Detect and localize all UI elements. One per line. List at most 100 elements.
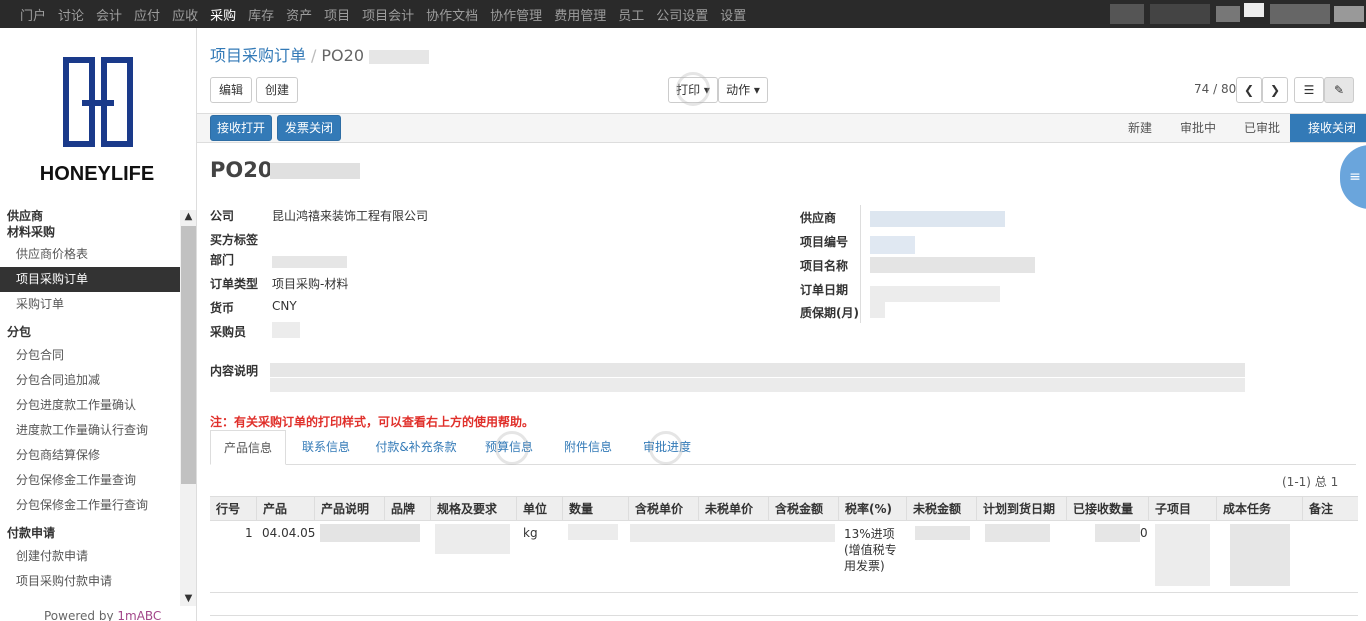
topnav-item[interactable]: 应收 [172, 5, 198, 24]
scroll-up-icon[interactable]: ▲ [180, 210, 196, 224]
column-header[interactable]: 含税金额 [768, 497, 823, 521]
topnav-item[interactable]: 会计 [96, 5, 122, 24]
stage-step[interactable]: 审批中 [1162, 114, 1226, 142]
column-header[interactable]: 未税单价 [698, 497, 753, 521]
field-label: 买方标签 [210, 233, 259, 247]
record-count: (1-1) 总 1 [1282, 475, 1339, 489]
sidebar-item[interactable]: 分包保修金工作量查询 [0, 468, 180, 493]
tab-item[interactable]: 联系信息 [286, 430, 366, 465]
receive-open-button[interactable]: 接收打开 [210, 115, 272, 141]
sidebar-item[interactable]: 分包保修金工作量行查询 [0, 493, 180, 518]
sidebar-item[interactable]: 分包进度款工作量确认 [0, 393, 180, 418]
action-dropdown[interactable]: 动作 ▾ [718, 77, 768, 103]
column-header[interactable]: 品牌 [384, 497, 415, 521]
click-ripple [649, 431, 683, 465]
edit-button[interactable]: 编辑 [210, 77, 252, 103]
sidebar-item[interactable]: 供应商价格表 [0, 242, 180, 267]
topnav-item[interactable]: 门户 [20, 5, 46, 24]
topnav-item[interactable]: 采购 [210, 5, 236, 24]
field-label: 公司 [210, 209, 235, 223]
sidebar-item[interactable]: 采购订单 [0, 292, 180, 317]
sidebar-group-title[interactable]: 材料采购 [0, 224, 180, 240]
powered-brand-link[interactable]: 1mABC [117, 609, 161, 621]
topnav-item[interactable]: 项目会计 [362, 5, 414, 24]
row-divider [210, 615, 1358, 616]
column-header[interactable]: 行号 [210, 497, 240, 521]
list-view-button[interactable]: ☰ [1294, 77, 1324, 103]
column-header[interactable]: 备注 [1302, 497, 1333, 521]
column-header[interactable]: 计划到货日期 [976, 497, 1055, 521]
scroll-down-icon[interactable]: ▼ [180, 592, 196, 606]
topnav-item[interactable]: 设置 [720, 5, 746, 24]
column-header[interactable]: 未税金额 [906, 497, 961, 521]
column-header[interactable]: 产品 [256, 497, 287, 521]
form-view-button[interactable]: ✎ [1324, 77, 1354, 103]
stage-step[interactable]: 新建 [1110, 114, 1162, 142]
column-header[interactable]: 产品说明 [314, 497, 369, 521]
tab-item[interactable]: 付款&补充条款 [366, 430, 466, 465]
create-button[interactable]: 创建 [256, 77, 298, 103]
column-header[interactable]: 税率(%) [838, 497, 892, 521]
record-title: PO20 [210, 158, 273, 182]
field-value[interactable]: CNY [272, 299, 297, 313]
chevron-right-icon: ❯ [1269, 83, 1281, 97]
column-header[interactable]: 含税单价 [628, 497, 683, 521]
sidebar-group-title[interactable]: 付款申请 [0, 522, 180, 544]
sidebar-item[interactable]: 分包合同追加减 [0, 368, 180, 393]
sidebar-group-title[interactable]: 分包 [0, 321, 180, 343]
column-header[interactable]: 已接收数量 [1066, 497, 1133, 521]
column-header[interactable]: 数量 [562, 497, 593, 521]
sidebar-menu: 供应商 材料采购供应商价格表 项目采购订单 采购订单分包 分包合同 分包合同追加减 分包进度… [0, 208, 180, 594]
scrollbar-thumb[interactable] [181, 226, 196, 484]
column-header[interactable]: 子项目 [1148, 497, 1191, 521]
stage-step[interactable]: 接收关闭 [1289, 114, 1366, 142]
topnav-item[interactable]: 资产 [286, 5, 312, 24]
invoice-close-button[interactable]: 发票关闭 [277, 115, 341, 141]
click-ripple [495, 431, 529, 465]
sidebar-item[interactable]: 项目采购付款申请 [0, 569, 180, 594]
content-label: 内容说明 [210, 364, 259, 378]
field-label: 订单日期 [800, 283, 849, 297]
sidebar-item[interactable]: 分包合同 [0, 343, 180, 368]
topnav-item[interactable]: 项目 [324, 5, 350, 24]
stage-step[interactable]: 已审批 [1226, 114, 1290, 142]
sidebar-item[interactable]: 项目采购订单 [0, 267, 180, 292]
column-header[interactable]: 规格及要求 [430, 497, 497, 521]
side-panel-toggle[interactable]: ≡ [1340, 145, 1366, 209]
topnav-item[interactable]: 应付 [134, 5, 160, 24]
top-navbar: 门户 讨论 会计 应付 应收 采购 库存 资产 项目 项目会计 协作文档 协作管理 费用管理 员工 公司设置… [0, 0, 1366, 28]
sidebar: HONEYLIFE 供应商 材料采购 供应商价格表 项目采购订单 采购订单 分包 分包合同分… [0, 28, 197, 621]
user-area[interactable] [1094, 0, 1366, 28]
column-header[interactable]: 单位 [516, 497, 547, 521]
tab-item[interactable]: 产品信息 [210, 430, 286, 465]
sidebar-scrollbar[interactable]: ▲ ▼ [180, 210, 196, 606]
print-style-note: 注：有关采购订单的打印样式，可以查看右上方的使用帮助。 [210, 415, 535, 429]
column-header[interactable]: 成本任务 [1216, 497, 1271, 521]
sidebar-item[interactable]: 创建付款申请 [0, 544, 180, 569]
field-value[interactable]: 昆山鸿禧来装饰工程有限公司 [272, 207, 428, 224]
powered-by: Powered by 1mABC [44, 609, 162, 621]
row-divider [210, 592, 1358, 593]
field-label: 项目编号 [800, 235, 849, 249]
menu-lines-icon: ≡ [1349, 169, 1361, 185]
topnav-item[interactable]: 员工 [618, 5, 644, 24]
field-value[interactable]: 项目采购-材料 [272, 275, 348, 292]
field-label: 项目名称 [800, 259, 849, 273]
field-label: 质保期(月) [800, 306, 859, 320]
topnav-item[interactable]: 公司设置 [656, 5, 708, 24]
sidebar-item[interactable]: 进度款工作量确认行查询 [0, 418, 180, 443]
breadcrumb-parent[interactable]: 项目采购订单 [210, 46, 306, 65]
breadcrumb: 项目采购订单 / PO20 [210, 42, 430, 66]
topnav-item[interactable]: 讨论 [58, 5, 84, 24]
edit-form-icon: ✎ [1333, 83, 1345, 97]
topnav-item[interactable]: 协作管理 [490, 5, 542, 24]
tab-item[interactable]: 附件信息 [552, 430, 624, 465]
sidebar-group-title[interactable]: 供应商 [0, 208, 180, 224]
topnav-item[interactable]: 费用管理 [554, 5, 606, 24]
next-record-button[interactable]: ❯ [1262, 77, 1288, 103]
sidebar-item[interactable]: 分包商结算保修 [0, 443, 180, 468]
caret-down-icon: ▾ [753, 83, 760, 97]
topnav-item[interactable]: 库存 [248, 5, 274, 24]
prev-record-button[interactable]: ❮ [1236, 77, 1262, 103]
topnav-item[interactable]: 协作文档 [426, 5, 478, 24]
